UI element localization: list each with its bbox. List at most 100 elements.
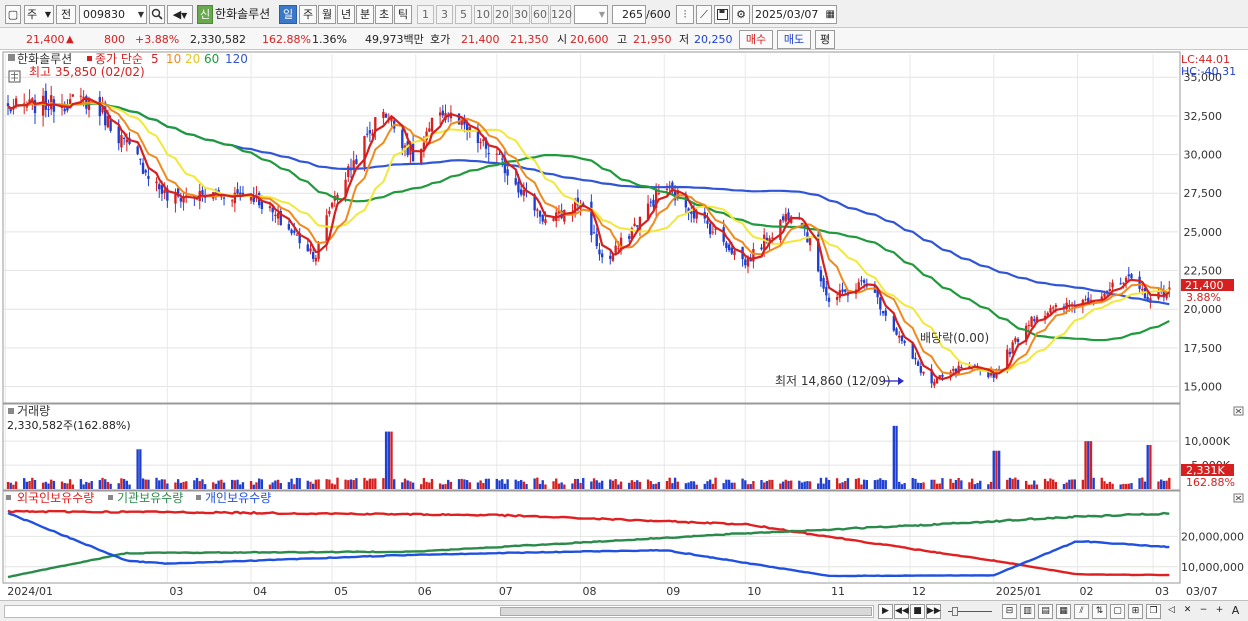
volume-bar[interactable] [954, 479, 958, 489]
volume-bar[interactable] [98, 480, 102, 489]
candle[interactable] [368, 130, 372, 134]
candle[interactable] [787, 212, 790, 220]
volume-bar[interactable] [1149, 444, 1152, 489]
volume-bar[interactable] [201, 479, 204, 489]
volume-bar[interactable] [6, 481, 10, 489]
volume-bar[interactable] [989, 481, 993, 489]
volume-bar[interactable] [573, 478, 577, 489]
candle[interactable] [730, 247, 733, 254]
candle[interactable] [47, 108, 50, 110]
volume-bar[interactable] [1006, 479, 1009, 489]
volume-bar[interactable] [336, 477, 339, 489]
volume-bar[interactable] [457, 479, 461, 489]
volume-bar[interactable] [911, 478, 914, 489]
volume-bar[interactable] [714, 477, 717, 489]
volume-bar[interactable] [465, 480, 469, 489]
candle[interactable] [438, 112, 442, 116]
volume-bar[interactable] [538, 483, 542, 489]
volume-bar[interactable] [671, 483, 674, 489]
candle[interactable] [771, 237, 774, 239]
volume-bar[interactable] [117, 483, 120, 489]
volume-bar[interactable] [476, 482, 480, 489]
volume-bar[interactable] [355, 478, 358, 489]
volume-bar[interactable] [60, 481, 64, 489]
volume-bar[interactable] [222, 482, 226, 489]
volume-bar[interactable] [444, 484, 447, 489]
volume-bar[interactable] [344, 479, 347, 489]
candle[interactable] [1122, 282, 1125, 284]
volume-bar[interactable] [1103, 481, 1106, 489]
candle[interactable] [544, 219, 547, 224]
volume-bar[interactable] [525, 484, 528, 489]
zoom-slider[interactable] [948, 606, 992, 617]
candle[interactable] [98, 96, 102, 117]
candle[interactable] [808, 238, 812, 246]
volume-bar[interactable] [101, 477, 104, 489]
volume-bar[interactable] [420, 484, 423, 489]
candle[interactable] [914, 357, 917, 360]
speaker-icon[interactable]: ◀▼ [167, 5, 193, 24]
volume-bar[interactable] [68, 479, 72, 489]
volume-bar[interactable] [503, 483, 507, 489]
volume-bar[interactable] [82, 484, 85, 489]
candle[interactable] [725, 242, 728, 249]
volume-bar[interactable] [1130, 483, 1133, 489]
volume-bar[interactable] [295, 477, 299, 489]
volume-bar[interactable] [976, 482, 979, 489]
volume-bar[interactable] [482, 483, 485, 489]
candle[interactable] [328, 210, 331, 214]
volume-bar[interactable] [411, 482, 415, 489]
candle[interactable] [1051, 307, 1055, 309]
volume-bar[interactable] [673, 477, 677, 489]
volume-bar[interactable] [903, 483, 906, 489]
volume-bar[interactable] [633, 481, 636, 489]
volume-bar[interactable] [665, 481, 669, 489]
volume-bar[interactable] [158, 480, 161, 489]
volume-bar[interactable] [374, 478, 377, 489]
volume-bar[interactable] [582, 477, 585, 489]
candle[interactable] [835, 297, 839, 300]
candle[interactable] [922, 371, 925, 374]
volume-bar[interactable] [136, 449, 139, 489]
volume-bar[interactable] [746, 484, 750, 489]
volume-bar[interactable] [1051, 479, 1055, 489]
volume-bar[interactable] [217, 480, 220, 489]
collapse-icon[interactable]: ✕ [1180, 604, 1195, 619]
candle[interactable] [268, 206, 272, 209]
volume-bar[interactable] [922, 482, 925, 489]
candle[interactable] [501, 158, 504, 160]
zoom-out-icon[interactable]: ⊟ [1002, 604, 1017, 619]
volume-bar[interactable] [104, 479, 107, 489]
volume-bar[interactable] [609, 479, 612, 489]
sort-icon[interactable]: ⇅ [1092, 604, 1107, 619]
volume-bar[interactable] [646, 479, 650, 489]
volume-bar[interactable] [741, 478, 744, 489]
volume-bar[interactable] [881, 479, 885, 489]
volume-bar[interactable] [860, 484, 863, 489]
candle[interactable] [230, 200, 234, 202]
volume-bar[interactable] [806, 481, 809, 489]
tab-period-day[interactable]: 일 [279, 5, 297, 24]
candle[interactable] [916, 361, 920, 366]
candle[interactable] [860, 280, 863, 282]
candle[interactable] [952, 368, 955, 371]
layout-icon[interactable]: ▥ [1020, 604, 1035, 619]
volume-bar[interactable] [128, 484, 131, 489]
candle[interactable] [592, 232, 596, 234]
candle[interactable] [1119, 283, 1122, 285]
candle[interactable] [482, 139, 485, 142]
candle[interactable] [879, 297, 882, 310]
candle[interactable] [106, 116, 110, 128]
volume-bar[interactable] [854, 478, 858, 489]
volume-bar[interactable] [1146, 444, 1149, 489]
candle[interactable] [276, 212, 280, 219]
volume-bar[interactable] [654, 483, 658, 489]
tab-period-tick[interactable]: 틱 [394, 5, 412, 24]
chart-scrollbar[interactable]: ▶ ◀◀ ■ ▶▶ ⊟ ▥ ▤ ▦ ⫽ ⇅ ▢ ⊞ ❐ ◁ ✕ − + A [0, 600, 1248, 621]
volume-bar[interactable] [555, 478, 558, 489]
volume-bar[interactable] [1011, 478, 1014, 489]
volume-bar[interactable] [638, 481, 642, 489]
volume-bar[interactable] [808, 481, 812, 489]
candle[interactable] [158, 184, 161, 190]
candle[interactable] [309, 248, 312, 252]
